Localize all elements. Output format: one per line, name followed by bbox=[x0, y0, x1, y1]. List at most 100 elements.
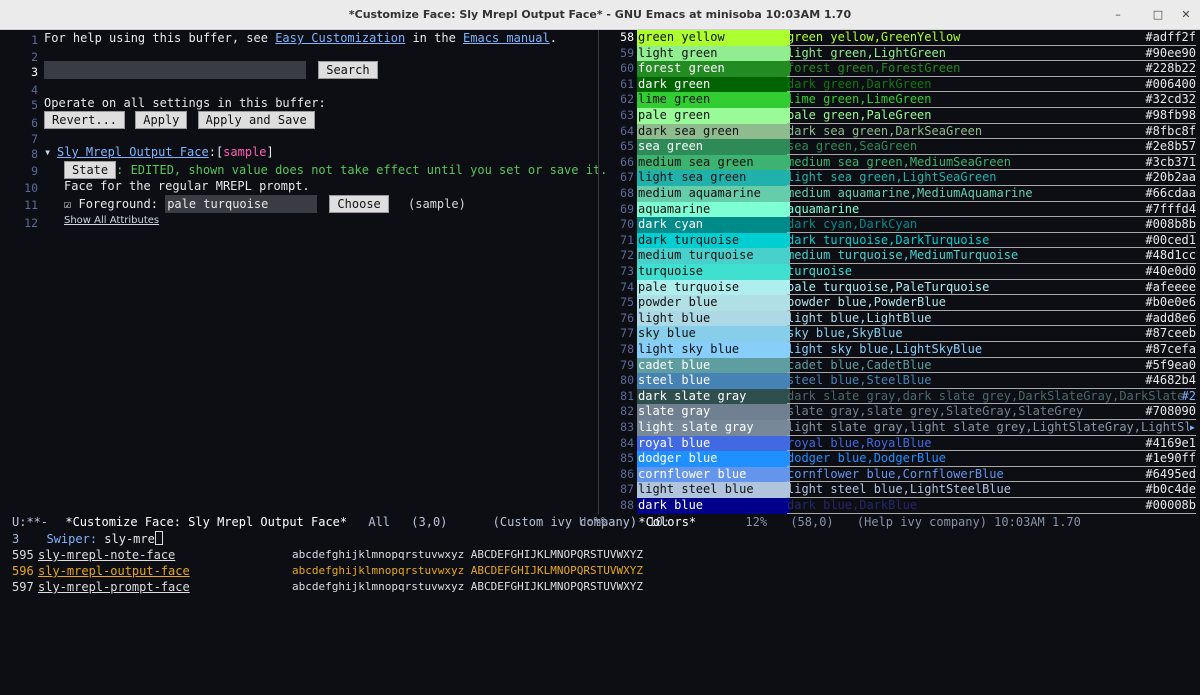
color-description[interactable]: medium turquoise,MediumTurquoise #48d1cc bbox=[787, 248, 1196, 264]
color-description[interactable]: sky blue,SkyBlue #87ceeb bbox=[787, 326, 1196, 342]
color-description[interactable]: light steel blue,LightSteelBlue #b0c4de bbox=[787, 482, 1196, 498]
color-swatch[interactable]: light sea green bbox=[637, 170, 790, 186]
color-row[interactable]: 61 dark green dark green,DarkGreen #006400 bbox=[610, 76, 1200, 93]
color-description[interactable]: forest green,ForestGreen #228b22 bbox=[787, 61, 1196, 77]
window-divider[interactable] bbox=[598, 30, 610, 514]
color-description[interactable]: dark turquoise,DarkTurquoise #00ced1 bbox=[787, 233, 1196, 249]
color-row[interactable]: 78 light sky blue light sky blue,LightSkyB… bbox=[610, 342, 1200, 358]
color-swatch[interactable]: light blue bbox=[637, 310, 790, 327]
color-row[interactable]: 64 dark sea green dark sea green,DarkSeaGr… bbox=[610, 123, 1200, 140]
color-swatch[interactable]: dark blue bbox=[637, 498, 790, 514]
candidate-face-name[interactable]: sly-mrepl-output-face bbox=[38, 563, 190, 579]
color-swatch[interactable]: pale green bbox=[637, 108, 790, 124]
color-row[interactable]: 62 lime green lime green,LimeGreen #32cd32 bbox=[610, 92, 1200, 108]
foreground-checkbox[interactable]: ☑ bbox=[64, 197, 71, 211]
color-row[interactable]: 73 turquoise turquoise #40e0d0 bbox=[610, 264, 1200, 280]
color-description[interactable]: pale turquoise,PaleTurquoise #afeeee bbox=[787, 280, 1196, 296]
color-swatch[interactable]: sky blue bbox=[637, 326, 790, 342]
color-row[interactable]: 63 pale green pale green,PaleGreen #98fb98 bbox=[610, 108, 1200, 124]
collapse-arrow-icon[interactable]: ▾ bbox=[44, 144, 51, 160]
color-swatch[interactable]: dodger blue bbox=[637, 451, 790, 467]
color-swatch[interactable]: dark sea green bbox=[637, 123, 790, 140]
candidate[interactable]: 595 sly-mrepl-note-face abcdefghijklmnopqr… bbox=[12, 547, 1188, 563]
emacs-manual-link[interactable]: Emacs manual bbox=[463, 31, 550, 45]
color-description[interactable]: medium sea green,MediumSeaGreen #3cb371 bbox=[787, 155, 1196, 171]
color-row[interactable]: 80 steel blue steel blue,SteelBlue #4682b4 bbox=[610, 373, 1200, 389]
color-swatch[interactable]: light sky blue bbox=[637, 342, 790, 358]
right-modes[interactable]: (Help ivy company) 10:03AM 1.70 bbox=[857, 515, 1081, 529]
color-row[interactable]: 84 royal blue royal blue,RoyalBlue #4169e1 bbox=[610, 435, 1200, 452]
minimize-button[interactable]: – bbox=[1110, 7, 1126, 23]
color-swatch[interactable]: light steel blue bbox=[637, 482, 790, 498]
color-swatch[interactable]: dark turquoise bbox=[637, 232, 790, 249]
state-button[interactable]: State bbox=[64, 161, 117, 179]
color-swatch[interactable]: forest green bbox=[637, 61, 790, 77]
candidate[interactable]: 597 sly-mrepl-prompt-face abcdefghijklmnop… bbox=[12, 579, 1188, 595]
color-description[interactable]: dark blue,DarkBlue #00008b bbox=[787, 498, 1196, 514]
color-description[interactable]: dark cyan,DarkCyan #008b8b bbox=[787, 217, 1196, 233]
color-row[interactable]: 88 dark blue dark blue,DarkBlue #00008b bbox=[610, 498, 1200, 514]
color-description[interactable]: dodger blue,DodgerBlue #1e90ff bbox=[787, 451, 1196, 467]
face-name-link[interactable]: Sly Mrepl Output Face bbox=[57, 145, 209, 159]
color-row[interactable]: 75 powder blue powder blue,PowderBlue #b0e0… bbox=[610, 295, 1200, 311]
choose-button[interactable]: Choose bbox=[329, 195, 389, 213]
color-swatch[interactable]: cadet blue bbox=[637, 357, 790, 374]
color-description[interactable]: light blue,LightBlue #add8e6 bbox=[787, 311, 1196, 327]
color-description[interactable]: slate gray,slate grey,SlateGray,SlateGre… bbox=[787, 404, 1196, 420]
color-row[interactable]: 69 aquamarine aquamarine #7fffd4 bbox=[610, 201, 1200, 218]
color-description[interactable]: dark slate gray,dark slate grey,DarkSlat… bbox=[787, 388, 1196, 405]
color-swatch[interactable]: steel blue bbox=[637, 373, 790, 389]
easy-customization-link[interactable]: Easy Customization bbox=[275, 31, 405, 45]
candidate-face-name[interactable]: sly-mrepl-note-face bbox=[38, 547, 175, 563]
revert-button[interactable]: Revert... bbox=[44, 111, 126, 129]
color-description[interactable]: royal blue,RoyalBlue #4169e1 bbox=[787, 436, 1196, 452]
color-swatch[interactable]: slate gray bbox=[637, 404, 790, 420]
color-description[interactable]: light sky blue,LightSkyBlue #87cefa bbox=[787, 342, 1196, 358]
color-swatch[interactable]: dark slate gray bbox=[637, 388, 790, 405]
swiper-input[interactable]: sly-mre bbox=[104, 532, 155, 546]
color-row[interactable]: 81 dark slate gray dark slate gray,dark sl… bbox=[610, 388, 1200, 405]
color-row[interactable]: 59 light green light green,LightGreen #90ee… bbox=[610, 45, 1200, 62]
color-swatch[interactable]: light green bbox=[637, 45, 790, 62]
color-description[interactable]: dark green,DarkGreen #006400 bbox=[787, 77, 1196, 93]
color-swatch[interactable]: green yellow bbox=[637, 30, 790, 46]
color-swatch[interactable]: dark cyan bbox=[637, 217, 790, 233]
color-row[interactable]: 86 cornflower blue cornflower blue,Cornflo… bbox=[610, 466, 1200, 483]
color-description[interactable]: cadet blue,CadetBlue #5f9ea0 bbox=[787, 358, 1196, 374]
color-row[interactable]: 83 light slate gray light slate gray,light… bbox=[610, 420, 1200, 436]
color-row[interactable]: 58 green yellow green yellow,GreenYellow #a… bbox=[610, 30, 1200, 46]
right-buffer-name[interactable]: *Colors* bbox=[638, 515, 696, 529]
color-row[interactable]: 74 pale turquoise pale turquoise,PaleTurqu… bbox=[610, 279, 1200, 296]
color-swatch[interactable]: dark green bbox=[637, 76, 790, 93]
color-row[interactable]: 68 medium aquamarine medium aquamarine,Med… bbox=[610, 186, 1200, 202]
color-description[interactable]: aquamarine #7fffd4 bbox=[787, 202, 1196, 218]
color-swatch[interactable]: medium aquamarine bbox=[637, 186, 790, 202]
close-button[interactable]: ✕ bbox=[1178, 7, 1194, 23]
color-swatch[interactable]: turquoise bbox=[637, 264, 790, 280]
color-swatch[interactable]: lime green bbox=[637, 92, 790, 108]
color-swatch[interactable]: pale turquoise bbox=[637, 279, 790, 296]
colors-buffer[interactable]: 58 green yellow green yellow,GreenYellow #a… bbox=[610, 30, 1200, 514]
color-description[interactable]: medium aquamarine,MediumAquamarine #66cda… bbox=[787, 186, 1196, 202]
color-description[interactable]: pale green,PaleGreen #98fb98 bbox=[787, 108, 1196, 124]
foreground-value-field[interactable]: pale turquoise bbox=[165, 195, 318, 213]
color-swatch[interactable]: medium sea green bbox=[637, 154, 790, 171]
color-description[interactable]: powder blue,PowderBlue #b0e0e6 bbox=[787, 295, 1196, 311]
candidate-face-name[interactable]: sly-mrepl-prompt-face bbox=[38, 579, 190, 595]
color-row[interactable]: 60 forest green forest green,ForestGreen #2… bbox=[610, 61, 1200, 77]
apply-button[interactable]: Apply bbox=[135, 111, 188, 129]
search-input[interactable] bbox=[44, 61, 306, 79]
color-swatch[interactable]: cornflower blue bbox=[637, 466, 790, 483]
color-swatch[interactable]: royal blue bbox=[637, 435, 790, 452]
color-description[interactable]: green yellow,GreenYellow #adff2f bbox=[787, 30, 1196, 46]
apply-and-save-button[interactable]: Apply and Save bbox=[197, 111, 315, 129]
color-description[interactable]: steel blue,SteelBlue #4682b4 bbox=[787, 373, 1196, 389]
color-row[interactable]: 65 sea green sea green,SeaGreen #2e8b57 bbox=[610, 139, 1200, 155]
color-description[interactable]: light green,LightGreen #90ee90 bbox=[787, 46, 1196, 62]
color-description[interactable]: sea green,SeaGreen #2e8b57 bbox=[787, 139, 1196, 155]
color-row[interactable]: 77 sky blue sky blue,SkyBlue #87ceeb bbox=[610, 326, 1200, 342]
color-row[interactable]: 66 medium sea green medium sea green,Mediu… bbox=[610, 154, 1200, 171]
color-row[interactable]: 85 dodger blue dodger blue,DodgerBlue #1e90… bbox=[610, 451, 1200, 467]
color-description[interactable]: lime green,LimeGreen #32cd32 bbox=[787, 92, 1196, 108]
color-row[interactable]: 82 slate gray slate gray,slate grey,SlateG… bbox=[610, 404, 1200, 420]
